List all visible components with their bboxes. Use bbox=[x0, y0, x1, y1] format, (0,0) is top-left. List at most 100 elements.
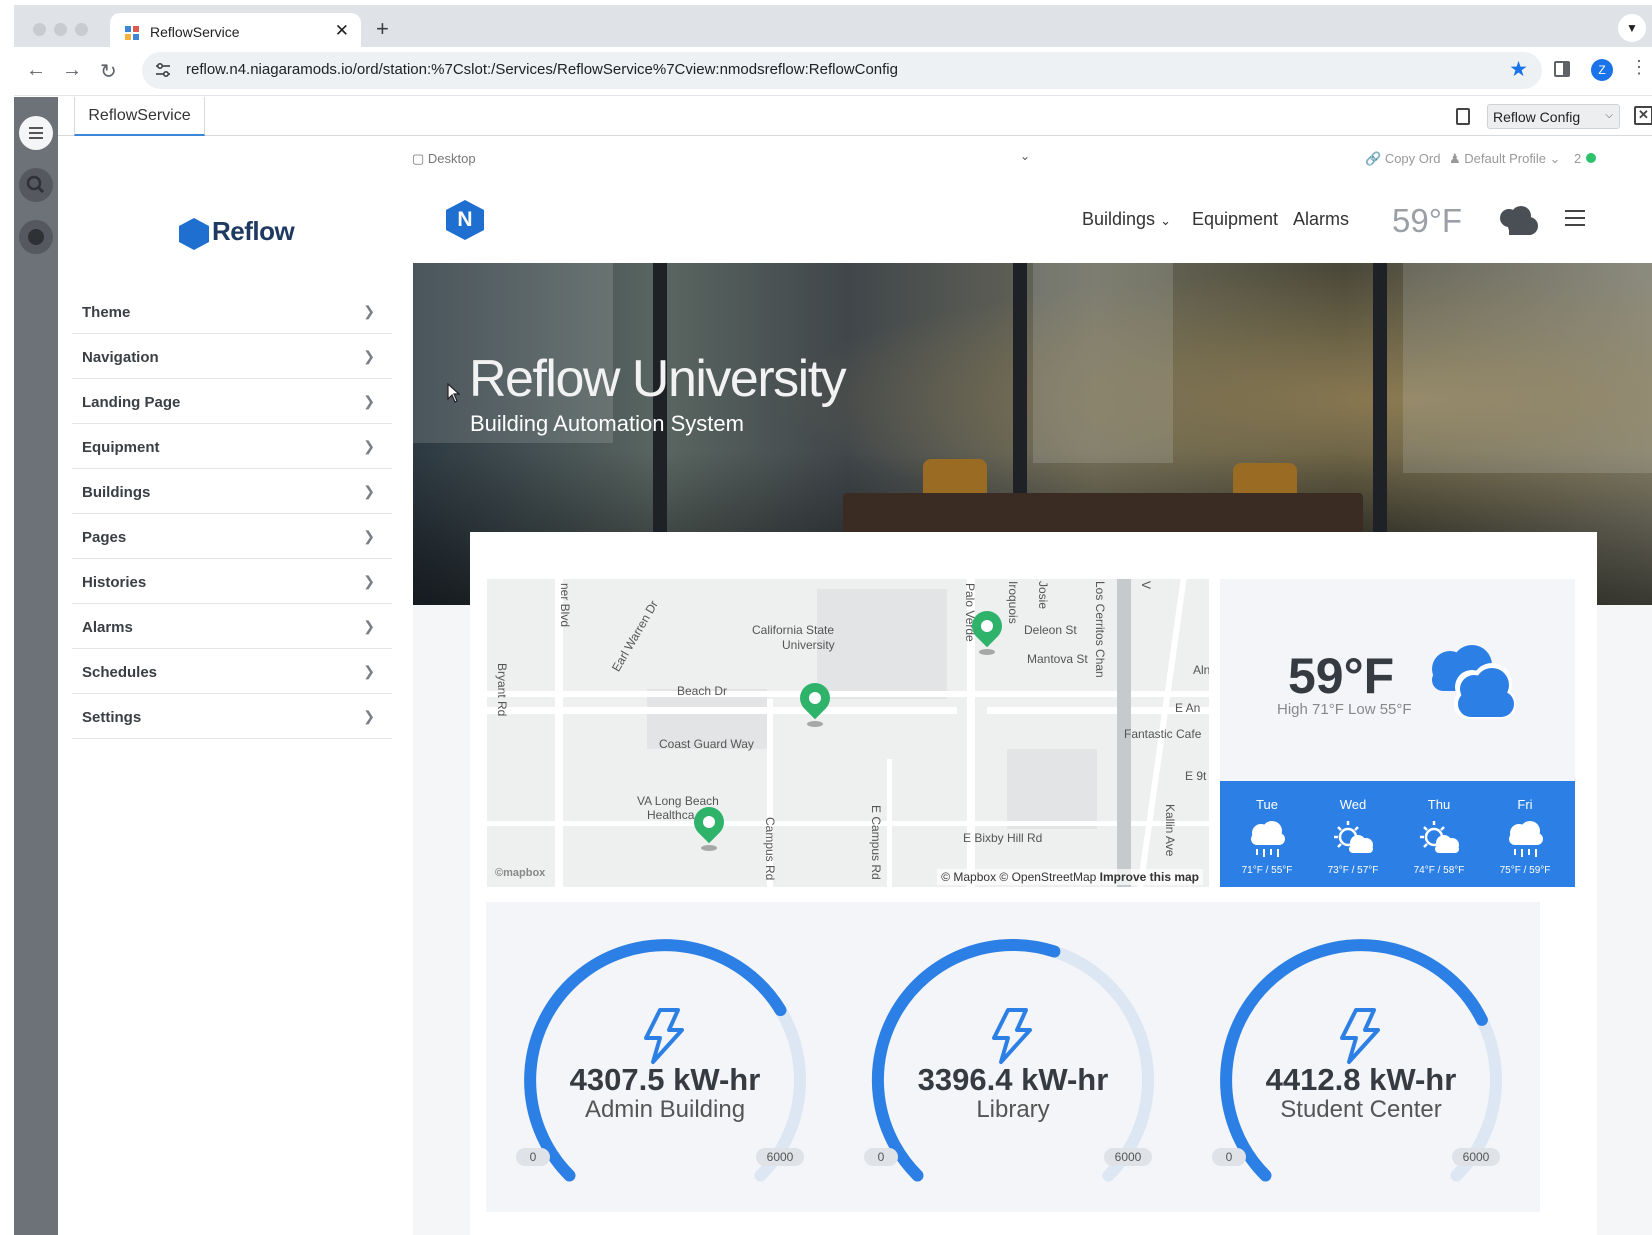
side-panel-icon[interactable] bbox=[1554, 61, 1570, 77]
map-label: E 9t bbox=[1185, 769, 1207, 783]
menu-item-equipment[interactable]: Equipment ❯ bbox=[72, 424, 392, 469]
forward-arrow-icon[interactable]: → bbox=[62, 59, 82, 82]
high-low-temperature: High 71°F Low 55°F bbox=[1277, 701, 1412, 718]
browser-toolbar: ← → ↻ reflow.n4.niagaramods.io/ord/stati… bbox=[14, 47, 1652, 96]
nav-alarms[interactable]: Alarms bbox=[1293, 209, 1349, 230]
building-pin[interactable] bbox=[687, 800, 731, 851]
menu-item-landing-page[interactable]: Landing Page ❯ bbox=[72, 379, 392, 424]
cloudy-icon bbox=[1432, 645, 1516, 719]
tab-search-chevron-icon[interactable]: ▼ bbox=[1618, 14, 1646, 42]
energy-gauge-student-center[interactable]: 4412.8 kW-hr Student Center 0 6000 bbox=[1182, 902, 1540, 1212]
menu-item-pages[interactable]: Pages ❯ bbox=[72, 514, 392, 559]
improve-map-link[interactable]: Improve this map bbox=[1100, 870, 1199, 884]
search-icon bbox=[26, 175, 45, 194]
mapbox-logo[interactable]: ©mapbox bbox=[495, 867, 545, 879]
gauge-value: 4412.8 kW-hr bbox=[1265, 1062, 1457, 1097]
nav-tree-button[interactable] bbox=[19, 116, 53, 150]
map-label: University bbox=[782, 638, 835, 652]
profile-selector[interactable]: ♟ Default Profile ⌄ bbox=[1449, 151, 1560, 167]
profile-label: Default Profile bbox=[1464, 151, 1546, 166]
gauge-value: 3396.4 kW-hr bbox=[917, 1062, 1109, 1097]
new-tab-button[interactable]: + bbox=[376, 16, 389, 42]
copy-ord-label: Copy Ord bbox=[1384, 151, 1441, 166]
browser-menu-icon[interactable]: ⋮ bbox=[1630, 57, 1648, 78]
menu-item-label: Pages bbox=[82, 529, 127, 546]
hamburger-menu-icon[interactable] bbox=[1565, 210, 1585, 226]
gauge-min: 0 bbox=[864, 1148, 898, 1166]
chevron-right-icon: ❯ bbox=[363, 663, 375, 679]
favicon-icon bbox=[125, 26, 139, 40]
site-settings-icon[interactable] bbox=[154, 61, 172, 79]
menu-item-settings[interactable]: Settings ❯ bbox=[72, 694, 392, 739]
tab-reflowservice[interactable]: ReflowService bbox=[74, 97, 205, 136]
map-block bbox=[1007, 749, 1097, 829]
list-icon bbox=[29, 127, 43, 139]
map-label: California State bbox=[752, 623, 835, 637]
campus-map[interactable]: California State University Beach Dr Coa… bbox=[487, 579, 1209, 887]
gauge-max: 6000 bbox=[756, 1148, 804, 1166]
map-block bbox=[817, 589, 947, 699]
window-minimize-dot[interactable] bbox=[54, 23, 67, 36]
menu-item-theme[interactable]: Theme ❯ bbox=[72, 289, 392, 334]
chevron-right-icon: ❯ bbox=[363, 708, 375, 724]
energy-gauge-library[interactable]: 3396.4 kW-hr Library 0 6000 bbox=[834, 902, 1192, 1212]
bookmark-star-icon[interactable]: ★ bbox=[1509, 57, 1528, 82]
url-text[interactable]: reflow.n4.niagaramods.io/ord/station:%7C… bbox=[186, 61, 898, 78]
menu-item-alarms[interactable]: Alarms ❯ bbox=[72, 604, 392, 649]
window-close-dot[interactable] bbox=[33, 23, 46, 36]
view-selector-dropdown[interactable]: Reflow Config ⌵ bbox=[1487, 104, 1620, 129]
energy-gauge-admin-building[interactable]: 4307.5 kW-hr Admin Building 0 6000 bbox=[486, 902, 844, 1212]
menu-item-label: Alarms bbox=[82, 619, 133, 636]
map-attribution: © Mapbox © OpenStreetMap Improve this ma… bbox=[937, 869, 1203, 885]
map-label: Earl Warren Dr bbox=[609, 598, 661, 674]
menu-item-label: Histories bbox=[82, 574, 147, 591]
forecast-temps: 73°F / 57°F bbox=[1327, 865, 1379, 876]
view-document-icon[interactable] bbox=[1456, 108, 1470, 125]
forecast-day: Thu 74°F / 58°F bbox=[1396, 781, 1482, 887]
building-pin[interactable] bbox=[793, 676, 837, 727]
search-button[interactable] bbox=[19, 168, 53, 202]
nav-temperature: 59°F bbox=[1392, 202, 1463, 239]
building-pin[interactable] bbox=[965, 604, 1009, 655]
close-tab-icon[interactable]: ✕ bbox=[335, 21, 349, 41]
menu-item-label: Buildings bbox=[82, 484, 151, 501]
weather-widget: 59°F High 71°F Low 55°F Tue 71°F / 55°F bbox=[1220, 579, 1575, 887]
menu-item-buildings[interactable]: Buildings ❯ bbox=[72, 469, 392, 514]
browser-tab-active[interactable]: ReflowService ✕ bbox=[110, 13, 361, 51]
window-zoom-dot[interactable] bbox=[75, 23, 88, 36]
forecast-day-name: Fri bbox=[1517, 797, 1533, 812]
hero-title: Reflow University bbox=[469, 350, 847, 408]
menu-item-histories[interactable]: Histories ❯ bbox=[72, 559, 392, 604]
map-road bbox=[487, 821, 1209, 826]
device-selector[interactable]: ▢ Desktop bbox=[412, 151, 476, 167]
menu-item-schedules[interactable]: Schedules ❯ bbox=[72, 649, 392, 694]
profile-avatar[interactable]: Z bbox=[1591, 59, 1613, 81]
menu-item-navigation[interactable]: Navigation ❯ bbox=[72, 334, 392, 379]
chevron-down-icon[interactable]: ⌄ bbox=[1020, 149, 1030, 163]
close-view-icon[interactable]: ✕ bbox=[1634, 106, 1652, 125]
forecast-day: Wed 73°F / 57°F bbox=[1310, 781, 1396, 887]
reflow-page: N Buildings ⌄ Equipment Alarms 59°F Refl… bbox=[413, 175, 1652, 1235]
config-sidebar: Reflow Theme ❯ Navigation ❯ Landing Page ❯ … bbox=[58, 137, 396, 1235]
nav-equipment[interactable]: Equipment bbox=[1192, 209, 1278, 230]
config-menu: Theme ❯ Navigation ❯ Landing Page ❯ Equipme… bbox=[72, 289, 392, 739]
pin-shadow bbox=[979, 649, 995, 655]
address-bar[interactable]: reflow.n4.niagaramods.io/ord/station:%7C… bbox=[142, 52, 1542, 89]
back-arrow-icon[interactable]: ← bbox=[26, 59, 46, 82]
nav-buildings-label: Buildings bbox=[1082, 209, 1156, 229]
copy-ord-button[interactable]: 🔗 Copy Ord bbox=[1365, 151, 1440, 167]
lightning-bolt-icon bbox=[1340, 1008, 1380, 1064]
gauge-min: 0 bbox=[516, 1148, 550, 1166]
nav-buildings[interactable]: Buildings ⌄ bbox=[1082, 209, 1171, 230]
hero-window-frame bbox=[1373, 263, 1387, 533]
menu-item-label: Theme bbox=[82, 304, 131, 321]
device-label: Desktop bbox=[427, 151, 476, 166]
chevron-right-icon: ❯ bbox=[363, 618, 375, 634]
attribution-text[interactable]: © Mapbox © OpenStreetMap bbox=[941, 870, 1096, 884]
palette-button[interactable] bbox=[19, 220, 53, 254]
chevron-right-icon: ❯ bbox=[363, 393, 375, 409]
gauge-building-name: Student Center bbox=[1280, 1096, 1442, 1123]
niagara-logo[interactable]: N bbox=[446, 200, 484, 240]
reload-icon[interactable]: ↻ bbox=[100, 59, 117, 84]
map-road bbox=[887, 759, 892, 887]
